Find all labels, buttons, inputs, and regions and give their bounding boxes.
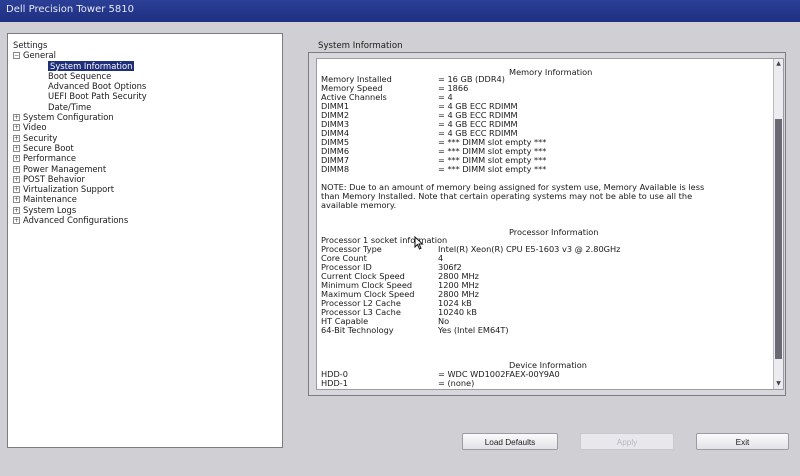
- tree-item-advanced-configurations[interactable]: + Advanced Configurations: [13, 215, 147, 225]
- tree-item-system-configuration[interactable]: + System Configuration: [13, 112, 147, 122]
- dimm8-value: = *** DIMM slot empty ***: [438, 164, 547, 174]
- window-titlebar: Dell Precision Tower 5810: [0, 0, 800, 22]
- expand-icon[interactable]: +: [13, 186, 20, 194]
- processor-type-value: Intel(R) Xeon(R) CPU E5-1603 v3 @ 2.80GH…: [438, 244, 621, 254]
- tree-item-virtualization-support[interactable]: + Virtualization Support: [13, 184, 147, 194]
- tree-label: General: [23, 50, 57, 61]
- tree-label: Security: [23, 132, 58, 143]
- tree-label: Advanced Boot Options: [48, 81, 147, 92]
- settings-root: Settings: [13, 40, 147, 50]
- hdd1-value: = (none): [438, 378, 475, 388]
- content-scrollbar[interactable]: ▲ ▼: [773, 59, 783, 389]
- tree-label: Power Management: [23, 163, 107, 174]
- expand-icon[interactable]: +: [13, 124, 20, 132]
- mouse-pointer-icon: [414, 236, 424, 250]
- expand-icon[interactable]: +: [13, 144, 20, 152]
- tree-label: POST Behavior: [23, 173, 85, 184]
- tree-item-date-time[interactable]: Date/Time: [13, 102, 147, 112]
- tree-item-video[interactable]: + Video: [13, 122, 147, 132]
- tree-label: Performance: [23, 153, 77, 164]
- tree-item-maintenance[interactable]: + Maintenance: [13, 194, 147, 204]
- hdd1-label: HDD-1: [321, 378, 348, 388]
- tree-label: System Information: [48, 60, 135, 71]
- 64bit-tech-value: Yes (Intel EM64T): [438, 325, 509, 335]
- panel-title: System Information: [318, 41, 403, 51]
- tree-label: Advanced Configurations: [23, 215, 129, 226]
- tree-label: Video: [23, 122, 47, 133]
- processor-heading: Processor Information: [509, 227, 599, 237]
- expand-icon[interactable]: +: [13, 134, 20, 142]
- tree-item-boot-sequence[interactable]: Boot Sequence: [13, 71, 147, 81]
- tree-item-post-behavior[interactable]: + POST Behavior: [13, 174, 147, 184]
- collapse-icon[interactable]: −: [13, 52, 20, 60]
- memory-note-line-3: available memory.: [321, 200, 397, 210]
- window-title: Dell Precision Tower 5810: [6, 4, 134, 15]
- tree-item-power-management[interactable]: + Power Management: [13, 164, 147, 174]
- apply-button[interactable]: Apply: [580, 433, 674, 450]
- memory-heading: Memory Information: [509, 67, 593, 77]
- expand-icon[interactable]: +: [13, 206, 20, 214]
- expand-icon[interactable]: +: [13, 155, 20, 163]
- scroll-down-icon[interactable]: ▼: [775, 380, 782, 388]
- 64bit-tech-label: 64-Bit Technology: [321, 325, 394, 335]
- expand-icon[interactable]: +: [13, 165, 20, 173]
- tree-item-advanced-boot-options[interactable]: Advanced Boot Options: [13, 81, 147, 91]
- exit-button[interactable]: Exit: [696, 433, 789, 450]
- load-defaults-button[interactable]: Load Defaults: [462, 433, 558, 450]
- tree-label: System Logs: [23, 204, 77, 215]
- settings-title: Settings: [13, 40, 48, 50]
- tree-label: System Configuration: [23, 112, 114, 123]
- tree-item-uefi-boot-path-security[interactable]: UEFI Boot Path Security: [13, 91, 147, 101]
- expand-icon[interactable]: +: [13, 217, 20, 225]
- tree-label: Maintenance: [23, 194, 77, 205]
- expand-icon[interactable]: +: [13, 175, 20, 183]
- settings-tree-panel: Settings − General System Information Boo…: [7, 33, 283, 448]
- tree-label: Boot Sequence: [48, 70, 112, 81]
- tree-label: Virtualization Support: [23, 184, 115, 195]
- scroll-thumb[interactable]: [775, 119, 782, 359]
- expand-icon[interactable]: +: [13, 196, 20, 204]
- tree-item-performance[interactable]: + Performance: [13, 153, 147, 163]
- tree-item-system-logs[interactable]: + System Logs: [13, 205, 147, 215]
- dimm8-label: DIMM8: [321, 164, 350, 174]
- expand-icon[interactable]: +: [13, 114, 20, 122]
- settings-tree: Settings − General System Information Boo…: [13, 40, 147, 225]
- tree-label: Secure Boot: [23, 142, 74, 153]
- tree-item-security[interactable]: + Security: [13, 133, 147, 143]
- system-information-content: Memory Information Memory Installed = 16…: [316, 58, 784, 390]
- tree-item-secure-boot[interactable]: + Secure Boot: [13, 143, 147, 153]
- scroll-up-icon[interactable]: ▲: [775, 60, 782, 68]
- tree-item-general[interactable]: − General: [13, 50, 147, 60]
- tree-label: UEFI Boot Path Security: [48, 91, 147, 102]
- tree-label: Date/Time: [48, 101, 92, 112]
- tree-item-system-information[interactable]: System Information: [13, 60, 147, 71]
